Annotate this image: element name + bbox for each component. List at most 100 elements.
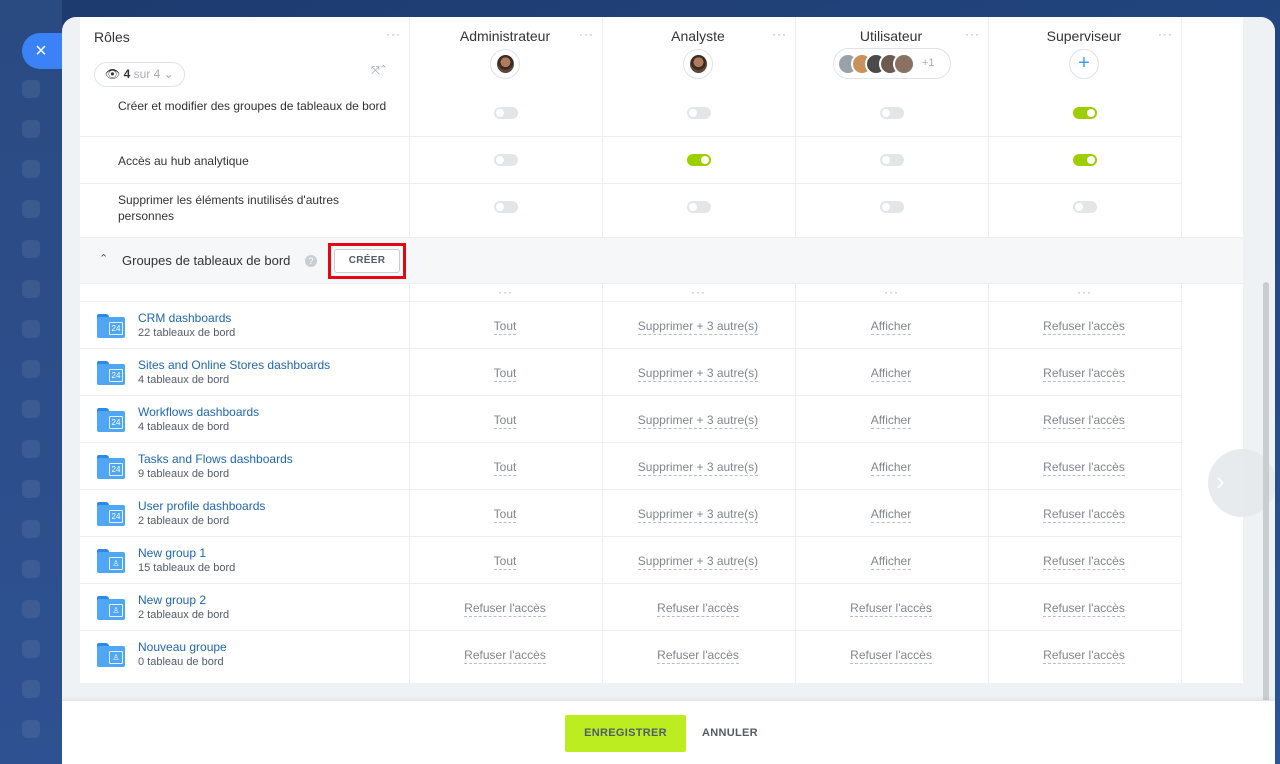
permission-row: Créer et modifier des groupes de tableau… xyxy=(80,91,1181,137)
rail-icon[interactable] xyxy=(22,80,40,98)
access-level-selector[interactable]: Refuser l'accès xyxy=(602,648,794,664)
access-level-selector[interactable]: Afficher xyxy=(795,507,987,523)
access-level-selector[interactable]: Refuser l'accès xyxy=(602,601,794,617)
access-level-selector[interactable]: Tout xyxy=(409,366,601,382)
access-level-selector[interactable]: Afficher xyxy=(795,413,987,429)
chevron-up-icon[interactable]: ⌃ xyxy=(99,252,108,265)
rail-icon[interactable] xyxy=(22,680,40,698)
rail-icon[interactable] xyxy=(22,160,40,178)
access-level-selector[interactable]: Refuser l'accès xyxy=(988,319,1180,335)
permission-toggle[interactable] xyxy=(494,154,518,166)
column-menu-icon[interactable]: ··· xyxy=(579,27,594,41)
permission-toggle[interactable] xyxy=(687,107,711,119)
access-level-selector[interactable]: Tout xyxy=(409,460,601,476)
role-count-selector[interactable]: 👁︎ 4 sur 4 ⌄ xyxy=(94,62,185,87)
cancel-button[interactable]: ANNULER xyxy=(702,715,758,752)
create-group-button[interactable]: CRÉER xyxy=(334,249,400,273)
access-level-selector[interactable]: Refuser l'accès xyxy=(988,460,1180,476)
group-name-link[interactable]: New group 1 xyxy=(138,546,206,560)
rail-icon[interactable] xyxy=(22,640,40,658)
rail-icon[interactable] xyxy=(22,200,40,218)
save-button[interactable]: ENREGISTRER xyxy=(565,715,686,752)
group-name-link[interactable]: Nouveau groupe xyxy=(138,640,227,654)
help-icon[interactable]: ? xyxy=(305,255,317,267)
avatar-group[interactable]: +1 xyxy=(833,48,951,79)
access-level-selector[interactable]: Refuser l'accès xyxy=(988,507,1180,523)
column-menu-icon[interactable]: ··· xyxy=(691,285,706,299)
permission-toggle[interactable] xyxy=(1073,107,1097,119)
group-name-link[interactable]: Tasks and Flows dashboards xyxy=(138,452,293,466)
access-level-selector[interactable]: Afficher xyxy=(795,460,987,476)
access-level-selector[interactable]: Tout xyxy=(409,554,601,570)
access-level-selector[interactable]: Supprimer + 3 autre(s) xyxy=(602,507,794,523)
access-level-selector[interactable]: Tout xyxy=(409,413,601,429)
roles-header-label: Rôles xyxy=(94,29,130,45)
permission-row: Supprimer les éléments inutilisés d'autr… xyxy=(80,183,1181,237)
rail-icon[interactable] xyxy=(22,560,40,578)
access-level-selector[interactable]: Refuser l'accès xyxy=(795,648,987,664)
roles-menu-icon[interactable]: ··· xyxy=(386,27,401,41)
access-level-selector[interactable]: Refuser l'accès xyxy=(409,648,601,664)
access-level-selector[interactable]: Refuser l'accès xyxy=(988,413,1180,429)
vertical-scrollbar[interactable] xyxy=(1263,282,1269,764)
access-level-selector[interactable]: Tout xyxy=(409,319,601,335)
rail-icon[interactable] xyxy=(22,720,40,738)
access-level-selector[interactable]: Refuser l'accès xyxy=(795,601,987,617)
permission-toggle[interactable] xyxy=(687,201,711,213)
chevron-down-icon: ⌄ xyxy=(163,67,174,81)
access-level-selector[interactable]: Refuser l'accès xyxy=(988,601,1180,617)
column-divider xyxy=(1181,17,1182,683)
access-level-selector[interactable]: Afficher xyxy=(795,319,987,335)
permission-toggle[interactable] xyxy=(1073,201,1097,213)
rail-icon[interactable] xyxy=(22,280,40,298)
expand-collapse-icon[interactable]: ⤧⌃ xyxy=(371,65,387,78)
permission-toggle[interactable] xyxy=(880,201,904,213)
access-level-selector[interactable]: Refuser l'accès xyxy=(988,648,1180,664)
avatar[interactable] xyxy=(490,49,520,79)
column-menu-icon[interactable]: ··· xyxy=(1077,285,1092,299)
column-menu-icon[interactable]: ··· xyxy=(498,285,513,299)
close-panel-button[interactable]: × xyxy=(22,33,62,69)
group-count: 15 tableaux de bord xyxy=(138,562,236,574)
permission-toggle[interactable] xyxy=(1073,154,1097,166)
access-level-selector[interactable]: Refuser l'accès xyxy=(988,554,1180,570)
column-menu-icon[interactable]: ··· xyxy=(965,27,980,41)
group-name-link[interactable]: Sites and Online Stores dashboards xyxy=(138,358,330,372)
rail-icon[interactable] xyxy=(22,400,40,418)
rail-icon[interactable] xyxy=(22,440,40,458)
rail-icon[interactable] xyxy=(22,120,40,138)
access-level-selector[interactable]: Supprimer + 3 autre(s) xyxy=(602,319,794,335)
rail-icon[interactable] xyxy=(22,240,40,258)
group-name-link[interactable]: User profile dashboards xyxy=(138,499,265,513)
permissions-card: Rôles ··· 👁︎ 4 sur 4 ⌄ ⤧⌃ Administrateur… xyxy=(80,17,1243,683)
permission-toggle[interactable] xyxy=(880,154,904,166)
rail-icon[interactable] xyxy=(22,600,40,618)
access-level-selector[interactable]: Supprimer + 3 autre(s) xyxy=(602,554,794,570)
rail-icon[interactable] xyxy=(22,480,40,498)
rail-icon[interactable] xyxy=(22,360,40,378)
permission-toggle[interactable] xyxy=(494,107,518,119)
column-menu-icon[interactable]: ··· xyxy=(1158,27,1173,41)
rail-icon[interactable] xyxy=(22,520,40,538)
access-level-selector[interactable]: Afficher xyxy=(795,366,987,382)
access-level-selector[interactable]: Refuser l'accès xyxy=(988,366,1180,382)
group-name-link[interactable]: Workflows dashboards xyxy=(138,405,259,419)
column-menu-icon[interactable]: ··· xyxy=(772,27,787,41)
permission-toggle[interactable] xyxy=(880,107,904,119)
column-menu-icon[interactable]: ··· xyxy=(884,285,899,299)
rail-icon[interactable] xyxy=(22,320,40,338)
permission-toggle[interactable] xyxy=(494,201,518,213)
group-name-link[interactable]: New group 2 xyxy=(138,593,206,607)
add-member-button[interactable]: + xyxy=(1069,49,1099,79)
permission-toggle[interactable] xyxy=(687,154,711,166)
access-level-selector[interactable]: Supprimer + 3 autre(s) xyxy=(602,366,794,382)
avatar[interactable] xyxy=(683,49,713,79)
folder-24-icon: 24 xyxy=(97,502,125,526)
access-level-selector[interactable]: Supprimer + 3 autre(s) xyxy=(602,460,794,476)
access-level-selector[interactable]: Afficher xyxy=(795,554,987,570)
access-level-selector[interactable]: Supprimer + 3 autre(s) xyxy=(602,413,794,429)
group-name-link[interactable]: CRM dashboards xyxy=(138,311,231,325)
access-level-selector[interactable]: Refuser l'accès xyxy=(409,601,601,617)
table-row: 24 CRM dashboards 22 tableaux de bord To… xyxy=(80,301,1181,348)
access-level-selector[interactable]: Tout xyxy=(409,507,601,523)
